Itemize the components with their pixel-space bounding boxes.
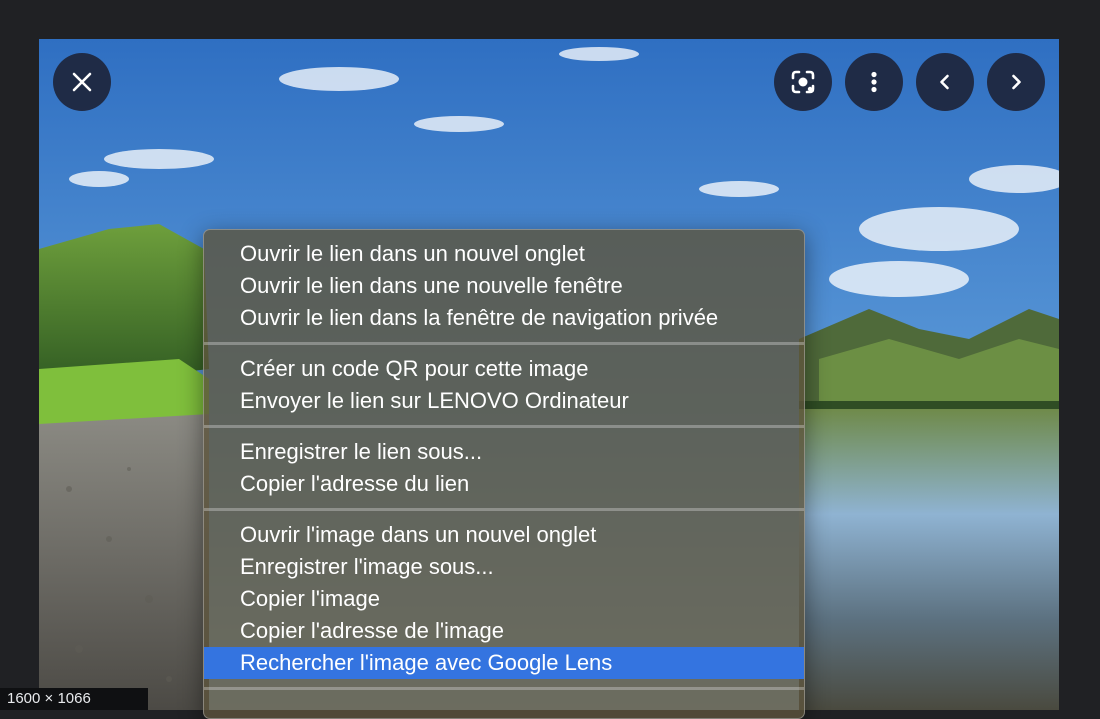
menu-separator <box>204 425 804 428</box>
chevron-right-icon <box>1012 74 1021 90</box>
menu-item-open-link-new-tab[interactable]: Ouvrir le lien dans un nouvel onglet <box>204 238 804 270</box>
chevron-left-icon <box>940 74 949 90</box>
menu-item-send-link-to-device[interactable]: Envoyer le lien sur LENOVO Ordinateur <box>204 385 804 417</box>
close-icon <box>72 72 92 92</box>
menu-item-open-link-private-window[interactable]: Ouvrir le lien dans la fenêtre de naviga… <box>204 302 804 334</box>
google-lens-button[interactable] <box>774 53 832 111</box>
menu-separator <box>204 687 804 690</box>
menu-item-open-link-new-window[interactable]: Ouvrir le lien dans une nouvelle fenêtre <box>204 270 804 302</box>
menu-item-save-link-as[interactable]: Enregistrer le lien sous... <box>204 436 804 468</box>
menu-item-search-google-lens[interactable]: Rechercher l'image avec Google Lens <box>204 647 804 679</box>
menu-separator <box>204 342 804 345</box>
menu-item-copy-image-address[interactable]: Copier l'adresse de l'image <box>204 615 804 647</box>
menu-group-share: Créer un code QR pour cette image Envoye… <box>204 349 804 421</box>
menu-item-copy-image[interactable]: Copier l'image <box>204 583 804 615</box>
menu-item-open-image-new-tab[interactable]: Ouvrir l'image dans un nouvel onglet <box>204 519 804 551</box>
google-lens-icon <box>791 70 815 94</box>
menu-group-link: Ouvrir le lien dans un nouvel onglet Ouv… <box>204 234 804 338</box>
context-menu: Ouvrir le lien dans un nouvel onglet Ouv… <box>203 229 805 719</box>
menu-group-image: Ouvrir l'image dans un nouvel onglet Enr… <box>204 515 804 683</box>
next-image-button[interactable] <box>987 53 1045 111</box>
close-button[interactable] <box>53 53 111 111</box>
menu-item-save-image-as[interactable]: Enregistrer l'image sous... <box>204 551 804 583</box>
more-options-button[interactable] <box>845 53 903 111</box>
menu-group-save-link: Enregistrer le lien sous... Copier l'adr… <box>204 432 804 504</box>
menu-item-copy-link-address[interactable]: Copier l'adresse du lien <box>204 468 804 500</box>
previous-image-button[interactable] <box>916 53 974 111</box>
menu-item-create-qr-code[interactable]: Créer un code QR pour cette image <box>204 353 804 385</box>
menu-separator <box>204 508 804 511</box>
image-dimensions: 1600 × 1066 <box>0 688 148 710</box>
more-vert-icon <box>871 71 877 93</box>
